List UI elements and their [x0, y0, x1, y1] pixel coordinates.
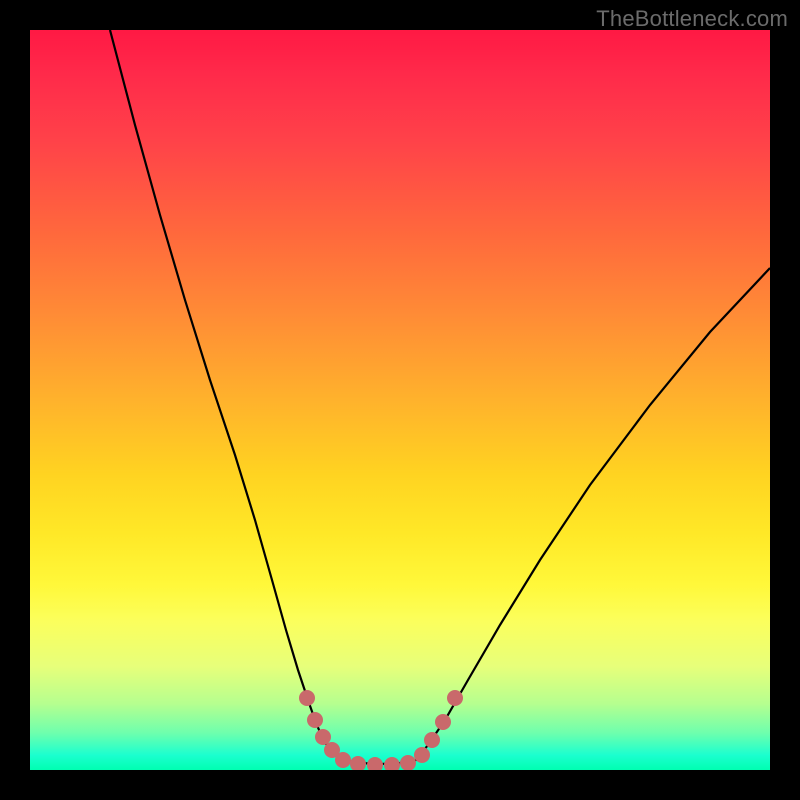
chart-frame: TheBottleneck.com: [0, 0, 800, 800]
marker-dot: [414, 747, 430, 763]
marker-dot: [424, 732, 440, 748]
marker-dot: [299, 690, 315, 706]
marker-dot: [447, 690, 463, 706]
marker-dot: [335, 752, 351, 768]
marker-dot: [315, 729, 331, 745]
marker-dot: [367, 757, 383, 770]
marker-dot: [307, 712, 323, 728]
marker-dot: [350, 756, 366, 770]
watermark-text: TheBottleneck.com: [596, 6, 788, 32]
bottleneck-curve: [110, 30, 770, 764]
marker-dot: [435, 714, 451, 730]
curve-svg: [30, 30, 770, 770]
plot-area: [30, 30, 770, 770]
marker-dot: [400, 755, 416, 770]
marker-dot: [384, 757, 400, 770]
